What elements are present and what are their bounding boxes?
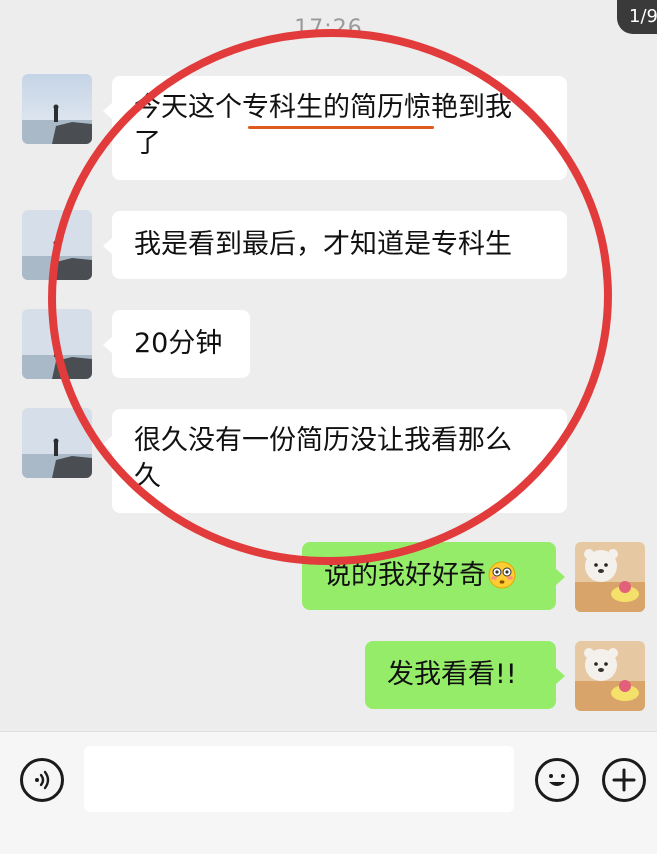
message-text-2: 我是看到最后，才知道是专科生 bbox=[134, 229, 512, 260]
self-avatar[interactable] bbox=[575, 542, 645, 612]
message-bubble-3[interactable]: 20分钟 bbox=[103, 310, 250, 378]
plus-icon[interactable] bbox=[602, 758, 646, 802]
message-text-4-line1: 很久没有一份简历没让我看那么 bbox=[134, 425, 512, 456]
message-timestamp: 17:26 bbox=[294, 16, 363, 41]
contact-avatar[interactable] bbox=[22, 210, 92, 280]
highlight-underline bbox=[248, 126, 434, 129]
voice-icon[interactable] bbox=[20, 758, 64, 802]
chat-input-bar bbox=[0, 731, 657, 854]
contact-avatar[interactable] bbox=[22, 408, 92, 478]
message-input[interactable] bbox=[84, 746, 514, 812]
message-bubble-2[interactable]: 我是看到最后，才知道是专科生 bbox=[103, 211, 567, 279]
smile-icon[interactable] bbox=[535, 758, 579, 802]
message-text-4-line2: 久 bbox=[134, 461, 161, 492]
message-text-1-line1: 今天这个专科生的简历惊艳到我 bbox=[134, 92, 512, 123]
message-text-5: 说的我好好奇 bbox=[324, 560, 486, 591]
contact-avatar[interactable] bbox=[22, 74, 92, 144]
contact-avatar[interactable] bbox=[22, 309, 92, 379]
self-avatar[interactable] bbox=[575, 641, 645, 711]
message-text-3: 20分钟 bbox=[134, 328, 223, 359]
message-bubble-6[interactable]: 发我看看!! bbox=[365, 641, 565, 709]
message-bubble-5[interactable]: 说的我好好奇 bbox=[302, 542, 565, 610]
message-text-1-line2: 了 bbox=[134, 128, 161, 159]
flushed-face-icon bbox=[488, 561, 516, 599]
page-indicator: 1/9 bbox=[617, 0, 657, 34]
message-text-6: 发我看看!! bbox=[387, 659, 517, 690]
message-bubble-4[interactable]: 很久没有一份简历没让我看那么 久 bbox=[103, 409, 567, 513]
